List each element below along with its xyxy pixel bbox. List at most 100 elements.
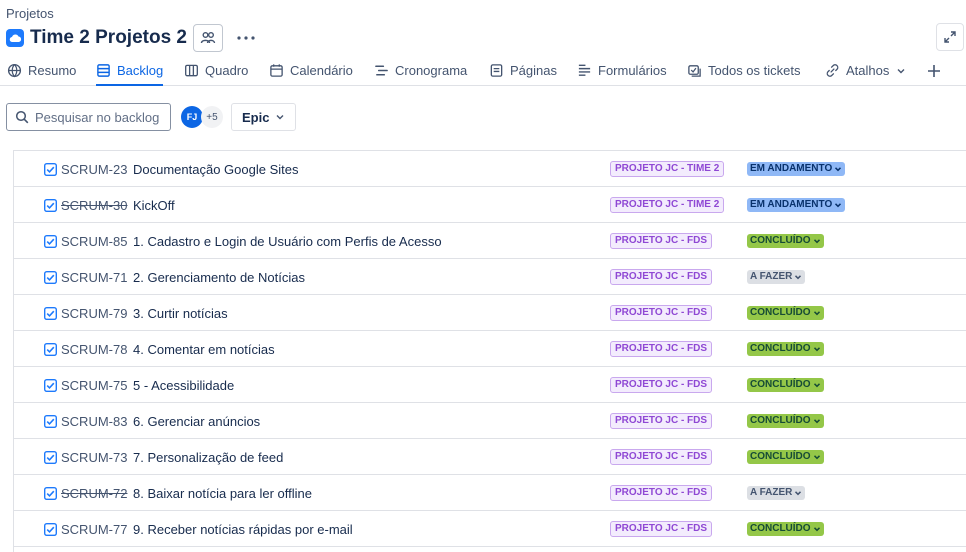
issue-key[interactable]: SCRUM-79: [61, 306, 127, 321]
chevron-down-icon: [813, 383, 820, 388]
table-row[interactable]: SCRUM-83 6. Gerenciar anúncios PROJETO JC …: [14, 403, 966, 439]
forms-icon: [578, 64, 591, 76]
team-button[interactable]: [193, 24, 223, 52]
table-row[interactable]: SCRUM-75 5 - Acessibilidade PROJETO JC - F…: [14, 367, 966, 403]
epic-lozenge[interactable]: PROJETO JC - FDS: [610, 269, 713, 285]
story-checkbox-icon: [44, 415, 57, 428]
issue-key[interactable]: SCRUM-78: [61, 342, 127, 357]
tab-label: Resumo: [28, 63, 77, 78]
more-actions-button[interactable]: [231, 24, 261, 52]
tab-resumo[interactable]: Resumo: [7, 56, 76, 85]
tab-todos-os-tickets[interactable]: Todos os tickets: [687, 56, 801, 85]
issue-summary[interactable]: 9. Receber notícias rápidas por e-mail: [133, 522, 353, 537]
table-row[interactable]: SCRUM-30 KickOff PROJETO JC - TIME 2 EM AND…: [14, 187, 966, 223]
chevron-down-icon: [813, 455, 820, 460]
fullscreen-button[interactable]: [936, 23, 964, 51]
table-row[interactable]: SCRUM-73 7. Personalização de feed PROJETO…: [14, 439, 966, 475]
status-dropdown[interactable]: CONCLUÍDO: [747, 450, 824, 464]
status-dropdown[interactable]: CONCLUÍDO: [747, 234, 824, 248]
avatar[interactable]: FJ: [181, 106, 203, 128]
issue-key[interactable]: SCRUM-30: [61, 198, 127, 213]
table-row[interactable]: SCRUM-23 Documentação Google Sites PROJETO…: [14, 151, 966, 187]
board-icon: [185, 64, 198, 77]
globe-icon: [7, 63, 22, 78]
epic-lozenge[interactable]: PROJETO JC - FDS: [610, 341, 713, 357]
status-dropdown[interactable]: A FAZER: [747, 270, 806, 284]
epic-filter-button[interactable]: Epic: [231, 103, 297, 131]
issue-key[interactable]: SCRUM-23: [61, 162, 127, 177]
status-label: CONCLUÍDO: [750, 523, 811, 534]
issue-summary[interactable]: 8. Baixar notícia para ler offline: [133, 486, 312, 501]
issue-key[interactable]: SCRUM-85: [61, 234, 127, 249]
status-label: EM ANDAMENTO: [750, 163, 833, 174]
issue-key[interactable]: SCRUM-73: [61, 450, 127, 465]
epic-lozenge[interactable]: PROJETO JC - FDS: [610, 521, 713, 537]
table-row[interactable]: SCRUM-77 9. Receber notícias rápidas por …: [14, 511, 966, 547]
tab-cronograma[interactable]: Cronograma: [374, 56, 467, 85]
pages-icon: [490, 64, 503, 77]
tab-label: Quadro: [205, 63, 249, 78]
tab-atalhos[interactable]: Atalhos: [825, 56, 906, 85]
issue-summary[interactable]: KickOff: [133, 198, 175, 213]
ellipsis-icon: [237, 36, 255, 40]
issue-key[interactable]: SCRUM-72: [61, 486, 127, 501]
tab-paginas[interactable]: Páginas: [489, 56, 557, 85]
chevron-down-icon: [795, 275, 802, 280]
table-row[interactable]: SCRUM-85 1. Cadastro e Login de Usuário c…: [14, 223, 966, 259]
search-icon: [15, 110, 29, 124]
more-assignees-button[interactable]: +5: [201, 106, 223, 128]
status-dropdown[interactable]: A FAZER: [747, 486, 806, 500]
search-input[interactable]: Pesquisar no backlog: [6, 103, 171, 131]
status-dropdown[interactable]: EM ANDAMENTO: [747, 198, 846, 212]
chevron-down-icon: [813, 347, 820, 352]
status-dropdown[interactable]: CONCLUÍDO: [747, 414, 824, 428]
status-dropdown[interactable]: CONCLUÍDO: [747, 306, 824, 320]
status-dropdown[interactable]: CONCLUÍDO: [747, 522, 824, 536]
issue-key[interactable]: SCRUM-75: [61, 378, 127, 393]
epic-lozenge[interactable]: PROJETO JC - FDS: [610, 413, 713, 429]
breadcrumb[interactable]: Projetos: [6, 6, 54, 21]
issue-summary[interactable]: 4. Comentar em notícias: [133, 342, 275, 357]
issue-key[interactable]: SCRUM-77: [61, 522, 127, 537]
epic-lozenge[interactable]: PROJETO JC - FDS: [610, 449, 713, 465]
tab-quadro[interactable]: Quadro: [184, 56, 248, 85]
epic-lozenge[interactable]: PROJETO JC - FDS: [610, 485, 713, 501]
epic-lozenge[interactable]: PROJETO JC - FDS: [610, 377, 713, 393]
epic-filter-label: Epic: [242, 109, 270, 125]
timeline-icon: [375, 65, 388, 76]
story-checkbox-icon: [44, 271, 57, 284]
story-checkbox-icon: [44, 163, 57, 176]
tab-formularios[interactable]: Formulários: [577, 56, 667, 85]
tab-backlog[interactable]: Backlog: [96, 56, 164, 86]
project-header: Time 2 Projetos 2: [6, 24, 261, 52]
issue-key[interactable]: SCRUM-71: [61, 270, 127, 285]
status-dropdown[interactable]: EM ANDAMENTO: [747, 162, 846, 176]
page-title: Time 2 Projetos 2: [30, 27, 187, 48]
chevron-down-icon: [813, 239, 820, 244]
issue-summary[interactable]: 1. Cadastro e Login de Usuário com Perfi…: [133, 234, 442, 249]
table-row[interactable]: SCRUM-71 2. Gerenciamento de Notícias PROJ…: [14, 259, 966, 295]
issue-summary[interactable]: 6. Gerenciar anúncios: [133, 414, 260, 429]
issue-summary[interactable]: Documentação Google Sites: [133, 162, 298, 177]
tab-calendario[interactable]: Calendário: [269, 56, 353, 85]
chevron-down-icon: [813, 527, 820, 532]
table-row[interactable]: SCRUM-72 8. Baixar notícia para ler offli…: [14, 475, 966, 511]
epic-lozenge[interactable]: PROJETO JC - FDS: [610, 305, 713, 321]
chevron-down-icon: [813, 419, 820, 424]
add-tab-button[interactable]: [927, 56, 947, 85]
table-row[interactable]: SCRUM-79 3. Curtir notícias PROJETO JC - F…: [14, 295, 966, 331]
status-dropdown[interactable]: CONCLUÍDO: [747, 342, 824, 356]
issue-summary[interactable]: 5 - Acessibilidade: [133, 378, 234, 393]
issue-key[interactable]: SCRUM-83: [61, 414, 127, 429]
table-row[interactable]: SCRUM-78 4. Comentar em notícias PROJETO J…: [14, 331, 966, 367]
status-label: A FAZER: [750, 487, 793, 498]
story-checkbox-icon: [44, 487, 57, 500]
chevron-down-icon: [897, 68, 905, 73]
issue-summary[interactable]: 3. Curtir notícias: [133, 306, 228, 321]
issue-summary[interactable]: 7. Personalização de feed: [133, 450, 283, 465]
status-dropdown[interactable]: CONCLUÍDO: [747, 378, 824, 392]
epic-lozenge[interactable]: PROJETO JC - FDS: [610, 233, 713, 249]
epic-lozenge[interactable]: PROJETO JC - TIME 2: [610, 161, 725, 177]
epic-lozenge[interactable]: PROJETO JC - TIME 2: [610, 197, 725, 213]
issue-summary[interactable]: 2. Gerenciamento de Notícias: [133, 270, 305, 285]
